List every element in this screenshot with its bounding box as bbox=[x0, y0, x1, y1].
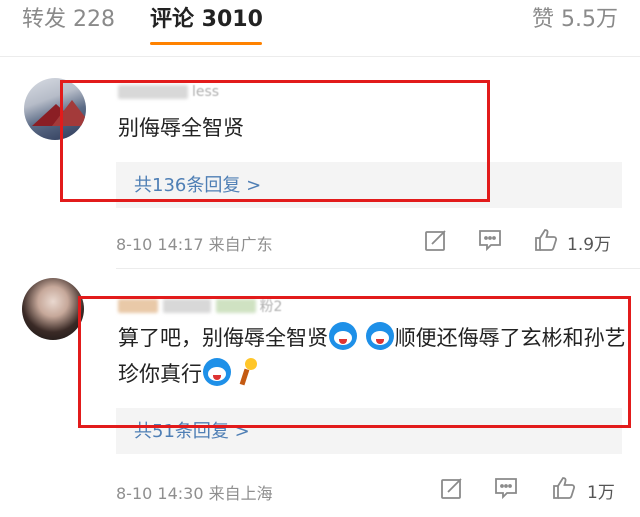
comment-bubble-icon[interactable] bbox=[478, 228, 502, 252]
comment-tab-bar: 转发 228 评论 3010 赞 5.5万 bbox=[0, 0, 640, 46]
comment-meta: 8-10 14:30 来自上海 bbox=[116, 480, 273, 504]
tab-comments[interactable]: 评论 3010 bbox=[150, 4, 263, 36]
avatar[interactable] bbox=[22, 278, 84, 340]
tab-repost[interactable]: 转发 228 bbox=[22, 4, 115, 36]
comment-bubble-icon[interactable] bbox=[494, 476, 518, 500]
comment-time: 8-10 14:17 bbox=[116, 235, 204, 254]
highlight-box bbox=[60, 80, 490, 202]
like-count: 1.9万 bbox=[567, 235, 612, 255]
comment-location: 来自上海 bbox=[208, 484, 273, 503]
tab-likes[interactable]: 赞 5.5万 bbox=[532, 4, 618, 36]
comment-location: 来自广东 bbox=[208, 235, 273, 254]
comment-time: 8-10 14:30 bbox=[116, 484, 204, 503]
thumbs-up-icon[interactable] bbox=[534, 228, 558, 252]
divider bbox=[0, 56, 640, 57]
edit-share-icon[interactable] bbox=[440, 476, 464, 500]
thumbs-up-icon[interactable] bbox=[552, 476, 576, 500]
comment-meta: 8-10 14:17 来自广东 bbox=[116, 231, 273, 255]
active-tab-indicator bbox=[150, 42, 262, 45]
like-count: 1万 bbox=[587, 483, 615, 503]
highlight-box bbox=[78, 296, 631, 428]
edit-share-icon[interactable] bbox=[424, 228, 448, 252]
